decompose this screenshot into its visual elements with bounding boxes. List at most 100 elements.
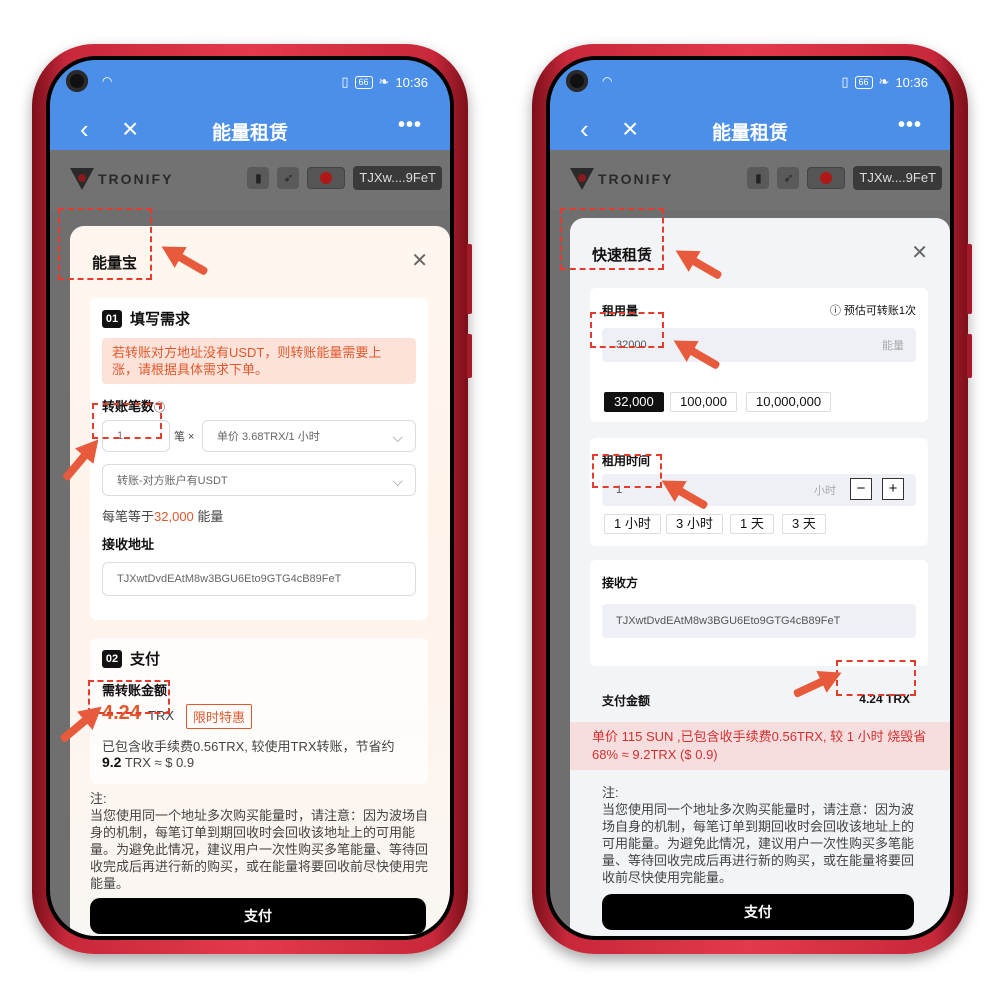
leaf-icon: ❧: [878, 74, 890, 89]
highlight-box: [92, 403, 162, 439]
flag-icon[interactable]: [807, 167, 846, 189]
camera-icon: [566, 70, 588, 92]
page-title: 能量租赁: [711, 123, 788, 144]
note-block: 注: 当您使用同一个地址多次购买能量时，请注意：因为波场自身的机制，每笔订单到期…: [602, 784, 922, 886]
step-number: 01: [102, 309, 122, 328]
amount-card: 租用量 ⓘ 预估可转账1次 32000 能量 32,000 100,000 10…: [590, 288, 928, 422]
step-header: 01 填写需求: [102, 308, 190, 329]
duration-chip[interactable]: 1 小时: [604, 514, 661, 534]
notice-banner: 若转账对方地址没有USDT，则转账能量需要上涨，请根据具体需求下单。: [102, 338, 416, 384]
screen: ◠ ▯ 66 ❧ 10:36 ‹ × 能量租赁 ••• TRONIFY ▮ ➶ …: [46, 56, 454, 940]
brand-logo: TRONIFY: [570, 168, 673, 190]
transfer-type: 转账-对方账户有USDT: [117, 475, 228, 487]
wallet-address[interactable]: TJXw....9FeT: [353, 166, 442, 190]
book-icon[interactable]: ▮: [747, 167, 770, 189]
price-select[interactable]: 单价 3.68TRX/1 小时 ⌵: [202, 420, 416, 452]
note-block: 注: 当您使用同一个地址多次购买能量时，请注意：因为波场自身的机制，每笔订单到期…: [90, 790, 430, 892]
book-icon[interactable]: ▮: [247, 167, 270, 189]
estimate-text: ⓘ 预估可转账1次: [829, 305, 916, 317]
top-bar: ◠ ▯ 66 ❧ 10:36 ‹ × 能量租赁 •••: [550, 60, 950, 150]
vibrate-icon: ▯: [341, 74, 349, 89]
nav-row: ‹ × 能量租赁 •••: [550, 112, 950, 148]
top-bar: ◠ ▯ 66 ❧ 10:36 ‹ × 能量租赁 •••: [50, 60, 450, 150]
battery-badge: 66: [854, 75, 873, 89]
leaf-icon: ❧: [378, 74, 390, 89]
app-header: TRONIFY ▮ ➶ TJXw....9FeT: [50, 150, 450, 210]
screen-inner: ◠ ▯ 66 ❧ 10:36 ‹ × 能量租赁 ••• TRONIFY ▮ ➶ …: [550, 60, 950, 936]
highlight-box: [590, 312, 664, 348]
promo-badge: 限时特惠: [186, 704, 253, 729]
page-title: 能量租赁: [211, 123, 288, 144]
app-icons: ▮ ➶ TJXw....9FeT: [247, 166, 442, 190]
battery-badge: 66: [354, 75, 373, 89]
side-button: [967, 334, 972, 378]
rocket-icon[interactable]: ➶: [777, 167, 800, 189]
more-icon[interactable]: •••: [398, 114, 422, 137]
amount-chip[interactable]: 32,000: [604, 392, 664, 412]
amount-chip[interactable]: 100,000: [670, 392, 737, 412]
pay-button[interactable]: 支付: [602, 894, 914, 930]
duration-unit: 小时: [814, 485, 836, 497]
step-label: 支付: [130, 651, 161, 668]
info-icon: ⓘ: [829, 305, 844, 317]
highlight-box: [592, 454, 662, 488]
receiver-label: 接收方: [602, 576, 639, 590]
nav-row: ‹ × 能量租赁 •••: [50, 112, 450, 148]
chevron-down-icon: ⌵: [392, 473, 403, 489]
note-title: 注:: [602, 785, 619, 800]
brand-name: TRONIFY: [98, 171, 174, 187]
receive-address-input[interactable]: TJXwtDvdEAtM8w3BGU6Eto9GTG4cB89FeT: [102, 562, 416, 596]
note-text: 当您使用同一个地址多次购买能量时，请注意：因为波场自身的机制，每笔订单到期回收时…: [602, 802, 915, 885]
brand-name: TRONIFY: [598, 171, 674, 187]
flag-icon[interactable]: [307, 167, 346, 189]
requirement-card: 01 填写需求 若转账对方地址没有USDT，则转账能量需要上涨，请根据具体需求下…: [90, 298, 428, 620]
phone-left: ◠ ▯ 66 ❧ 10:36 ‹ × 能量租赁 ••• TRONIFY ▮ ➶ …: [32, 44, 472, 954]
logo-icon: [570, 168, 594, 190]
highlight-box: [836, 660, 916, 696]
step-number: 02: [102, 649, 122, 668]
note-text: 当您使用同一个地址多次购买能量时，请注意：因为波场自身的机制，每笔订单到期回收时…: [90, 808, 429, 891]
wifi-icon: ◠: [102, 74, 113, 88]
modal-sheet: 能量宝 ✕ 01 填写需求 若转账对方地址没有USDT，则转账能量需要上涨，请根…: [70, 226, 450, 936]
highlight-box: [58, 208, 152, 280]
energy-per-transfer: 每笔等于32,000 能量: [102, 509, 224, 524]
duration-chip[interactable]: 1 天: [730, 514, 774, 534]
phone-right: ◠ ▯ 66 ❧ 10:36 ‹ × 能量租赁 ••• TRONIFY ▮ ➶ …: [532, 44, 972, 954]
more-icon[interactable]: •••: [898, 114, 922, 137]
screen-inner: ◠ ▯ 66 ❧ 10:36 ‹ × 能量租赁 ••• TRONIFY ▮ ➶ …: [50, 60, 450, 936]
duration-chip[interactable]: 3 天: [782, 514, 826, 534]
increment-button[interactable]: +: [882, 478, 904, 500]
screen: ◠ ▯ 66 ❧ 10:36 ‹ × 能量租赁 ••• TRONIFY ▮ ➶ …: [546, 56, 954, 940]
clock: 10:36: [895, 74, 928, 90]
price-option: 单价 3.68TRX/1 小时: [217, 431, 320, 443]
wifi-icon: ◠: [602, 74, 613, 88]
amount-unit: 能量: [882, 340, 904, 352]
receiver-card: 接收方 TJXwtDvdEAtM8w3BGU6Eto9GTG4cB89FeT: [590, 560, 928, 666]
clock: 10:36: [395, 74, 428, 90]
chevron-down-icon: ⌵: [392, 429, 403, 445]
receive-address-label: 接收地址: [102, 537, 155, 552]
wallet-address[interactable]: TJXw....9FeT: [853, 166, 942, 190]
amount-chip[interactable]: 10,000,000: [746, 392, 832, 412]
rocket-icon[interactable]: ➶: [277, 167, 300, 189]
status-bar: ▯ 66 ❧ 10:36: [841, 74, 928, 90]
pay-amount-label: 支付金额: [602, 694, 651, 708]
close-icon[interactable]: ✕: [411, 248, 428, 273]
decrement-button[interactable]: −: [850, 478, 872, 500]
note-title: 注:: [90, 791, 107, 806]
fee-band: 单价 115 SUN ,已包含收手续费0.56TRX, 较 1 小时 烧毁省 6…: [570, 722, 950, 770]
receiver-input[interactable]: TJXwtDvdEAtM8w3BGU6Eto9GTG4cB89FeT: [602, 604, 916, 638]
duration-chip[interactable]: 3 小时: [666, 514, 723, 534]
logo-icon: [70, 168, 94, 190]
camera-icon: [66, 70, 88, 92]
step-label: 填写需求: [130, 311, 191, 328]
highlight-box: [560, 208, 664, 270]
status-bar: ▯ 66 ❧ 10:36: [341, 74, 428, 90]
brand-logo: TRONIFY: [70, 168, 173, 190]
step-header: 02 支付: [102, 648, 160, 669]
app-header: TRONIFY ▮ ➶ TJXw....9FeT: [550, 150, 950, 210]
transfer-type-select[interactable]: 转账-对方账户有USDT ⌵: [102, 464, 416, 496]
close-icon[interactable]: ✕: [911, 240, 928, 265]
pay-button[interactable]: 支付: [90, 898, 426, 934]
fee-text: 已包含收手续费0.56TRX, 较使用TRX转账，节省约: [102, 739, 395, 754]
